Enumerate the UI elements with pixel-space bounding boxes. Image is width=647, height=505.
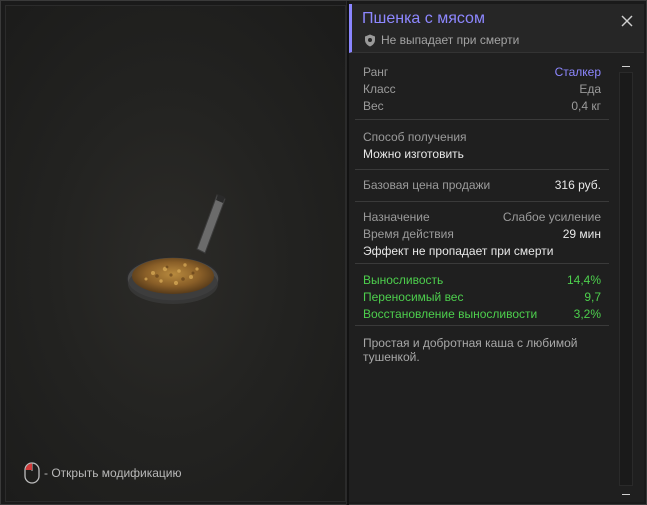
effect-note: Эффект не пропадает при смерти	[363, 244, 554, 258]
price-section: Базовая цена продажи 316 руб.	[355, 170, 609, 202]
effect-label: Восстановление выносливости	[363, 307, 538, 321]
purpose-label: Назначение	[363, 210, 430, 224]
item-header: Пшенка с мясом Не выпадает при смерти	[349, 4, 644, 53]
effects-section: Выносливость 14,4% Переносимый вес 9,7 В…	[355, 264, 609, 326]
item-details: Ранг Сталкер Класс Еда Вес 0,4 кг Способ…	[355, 56, 609, 499]
obtain-section: Способ получения Можно изготовить	[355, 120, 609, 170]
open-modification-hint[interactable]: - Открыть модификацию	[24, 462, 182, 484]
obtain-value: Можно изготовить	[363, 147, 464, 161]
obtain-label: Способ получения	[363, 130, 467, 144]
effect-label: Переносимый вес	[363, 290, 464, 304]
effect-value: 9,7	[584, 290, 601, 304]
scroll-up-marker[interactable]	[622, 66, 630, 67]
weight-label: Вес	[363, 99, 384, 113]
class-row: Класс Еда	[363, 81, 601, 98]
weight-value: 0,4 кг	[571, 99, 601, 113]
drop-status: Не выпадает при смерти	[364, 33, 519, 47]
duration-row: Время действия 29 мин	[363, 226, 601, 243]
price-row: Базовая цена продажи 316 руб.	[363, 177, 601, 194]
effect-row: Переносимый вес 9,7	[363, 289, 601, 306]
item-info-panel: Пшенка с мясом Не выпадает при смерти Ра…	[349, 4, 644, 502]
weight-row: Вес 0,4 кг	[363, 98, 601, 115]
effect-row: Восстановление выносливости 3,2%	[363, 306, 601, 323]
drop-status-label: Не выпадает при смерти	[381, 33, 520, 47]
price-value: 316 руб.	[554, 178, 601, 192]
scroll-track[interactable]	[619, 72, 633, 486]
item-preview[interactable]: - Открыть модификацию	[5, 5, 346, 502]
purpose-value: Слабое усиление	[502, 210, 601, 224]
item-window: - Открыть модификацию Пшенка с мясом Не …	[0, 0, 647, 505]
effect-label: Выносливость	[363, 273, 444, 287]
obtain-label-row: Способ получения	[363, 129, 601, 146]
details-scrollbar[interactable]	[615, 56, 637, 502]
obtain-value-row: Можно изготовить	[363, 146, 601, 163]
mouse-icon	[24, 462, 40, 484]
mod-hint-label: - Открыть модификацию	[44, 466, 182, 480]
close-icon[interactable]	[620, 14, 634, 28]
item-description: Простая и добротная каша с любимой тушен…	[363, 336, 578, 364]
price-label: Базовая цена продажи	[363, 178, 491, 192]
stats-section: Ранг Сталкер Класс Еда Вес 0,4 кг	[355, 56, 609, 120]
effect-note-row: Эффект не пропадает при смерти	[363, 243, 601, 260]
scroll-down-marker[interactable]	[622, 494, 630, 495]
class-value: Еда	[579, 82, 601, 96]
rank-label: Ранг	[363, 65, 389, 79]
effect-row: Выносливость 14,4%	[363, 272, 601, 289]
effect-value: 14,4%	[566, 273, 601, 287]
duration-value: 29 мин	[562, 227, 601, 241]
rank-row: Ранг Сталкер	[363, 64, 601, 81]
item-image-pan	[126, 194, 226, 304]
shield-icon	[365, 34, 375, 46]
rank-value: Сталкер	[554, 65, 601, 79]
purpose-row: Назначение Слабое усиление	[363, 209, 601, 226]
class-label: Класс	[363, 82, 396, 96]
effect-value: 3,2%	[573, 307, 601, 321]
duration-label: Время действия	[363, 227, 454, 241]
item-title: Пшенка с мясом	[362, 10, 485, 27]
purpose-section: Назначение Слабое усиление Время действи…	[355, 202, 609, 264]
